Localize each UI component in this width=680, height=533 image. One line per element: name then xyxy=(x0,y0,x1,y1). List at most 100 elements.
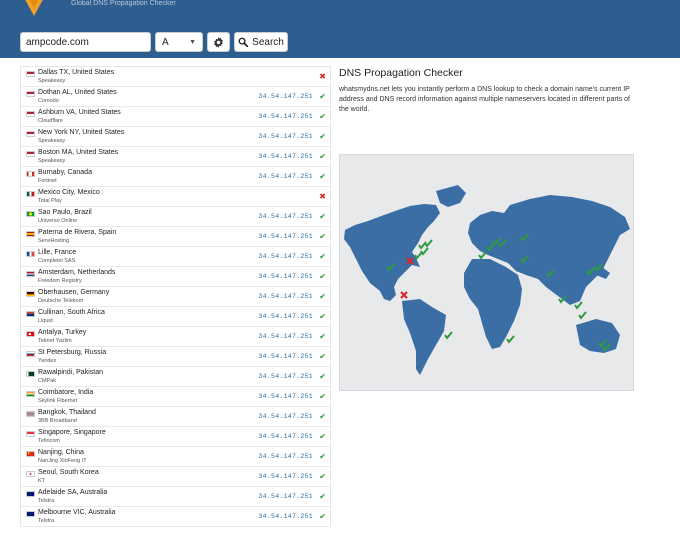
check-icon: ✔ xyxy=(319,132,326,141)
domain-input[interactable] xyxy=(20,32,151,52)
flag-fr-icon xyxy=(26,251,35,257)
result-ip[interactable]: 34.54.147.251 xyxy=(258,313,313,320)
result-ip[interactable]: 34.54.147.251 xyxy=(258,513,313,520)
result-ip[interactable]: 34.54.147.251 xyxy=(258,133,313,140)
world-map-svg xyxy=(344,185,630,375)
logo-icon[interactable] xyxy=(22,0,46,16)
map-check-marker[interactable] xyxy=(574,301,583,310)
result-ip[interactable]: 34.54.147.251 xyxy=(258,213,313,220)
result-provider: Speakeasy xyxy=(38,78,66,84)
check-icon: ✔ xyxy=(319,172,326,181)
map-check-marker[interactable] xyxy=(478,251,487,260)
result-ip[interactable]: 34.54.147.251 xyxy=(258,253,313,260)
map-check-marker[interactable] xyxy=(420,247,429,256)
result-location: Paterna de Rivera, Spain xyxy=(38,229,117,236)
result-row[interactable]: Burnaby, Canada Fortinet 34.54.147.251 ✔ xyxy=(21,167,330,187)
result-provider: Comodo xyxy=(38,98,59,104)
flag-za-icon xyxy=(26,311,35,317)
check-icon: ✔ xyxy=(319,352,326,361)
result-row[interactable]: Seoul, South Korea KT 34.54.147.251 ✔ xyxy=(21,467,330,487)
result-row[interactable]: Paterna de Rivera, Spain ServiHosting 34.5… xyxy=(21,227,330,247)
record-type-select[interactable]: A ▼ xyxy=(155,32,203,52)
flag-us-icon xyxy=(26,91,35,97)
result-provider: Skylink Fibernet xyxy=(38,398,78,404)
result-ip[interactable]: 34.54.147.251 xyxy=(258,293,313,300)
result-ip[interactable]: 34.54.147.251 xyxy=(258,373,313,380)
result-row[interactable]: Mexico City, Mexico Total Play ✖ xyxy=(21,187,330,207)
result-row[interactable]: Antalya, Turkey Teknet Yazlim 34.54.147.25… xyxy=(21,327,330,347)
map-check-marker[interactable] xyxy=(506,335,515,344)
flag-de-icon xyxy=(26,291,35,297)
result-row[interactable]: Nanjing, China NanJing XinFeng IT 34.54.14… xyxy=(21,447,330,467)
result-ip[interactable]: 34.54.147.251 xyxy=(258,393,313,400)
result-location: Oberhausen, Germany xyxy=(38,289,110,296)
result-row[interactable]: Melbourne VIC, Australia Telstra 34.54.147… xyxy=(21,507,330,527)
result-row[interactable]: Coimbatore, India Skylink Fibernet 34.54.1… xyxy=(21,387,330,407)
flag-sg-icon xyxy=(26,431,35,437)
result-ip[interactable]: 34.54.147.251 xyxy=(258,433,313,440)
result-location: Antalya, Turkey xyxy=(38,329,87,336)
result-provider: Universo Online xyxy=(38,218,78,224)
result-ip[interactable]: 34.54.147.251 xyxy=(258,453,313,460)
result-ip[interactable]: 34.54.147.251 xyxy=(258,493,313,500)
result-row[interactable]: New York NY, United States Speakeasy 34.54… xyxy=(21,127,330,147)
result-ip[interactable]: 34.54.147.251 xyxy=(258,413,313,420)
result-ip[interactable]: 34.54.147.251 xyxy=(258,233,313,240)
result-location: Melbourne VIC, Australia xyxy=(38,509,116,516)
result-ip[interactable]: 34.54.147.251 xyxy=(258,473,313,480)
flag-in-icon xyxy=(26,391,35,397)
result-provider: Teknet Yazlim xyxy=(38,338,72,344)
result-row[interactable]: Ashburn VA, United States Cloudflare 34.54… xyxy=(21,107,330,127)
check-icon: ✔ xyxy=(319,152,326,161)
map-check-marker[interactable] xyxy=(444,331,453,340)
result-row[interactable]: Rawalpindi, Pakistan CMPak 34.54.147.251 ✔ xyxy=(21,367,330,387)
check-icon: ✔ xyxy=(319,212,326,221)
result-row[interactable]: St Petersburg, Russia Yandex 34.54.147.251… xyxy=(21,347,330,367)
map-check-marker[interactable] xyxy=(418,241,427,250)
result-ip[interactable]: 34.54.147.251 xyxy=(258,273,313,280)
result-provider: Speakeasy xyxy=(38,158,66,164)
flag-ru-icon xyxy=(26,351,35,357)
result-location: New York NY, United States xyxy=(38,129,125,136)
flag-br-icon xyxy=(26,211,35,217)
result-provider: ServiHosting xyxy=(38,238,70,244)
check-icon: ✔ xyxy=(319,452,326,461)
result-row[interactable]: Cullinan, South Africa Liquid 34.54.147.25… xyxy=(21,307,330,327)
result-row[interactable]: Sao Paulo, Brazil Universo Online 34.54.14… xyxy=(21,207,330,227)
flag-au-icon xyxy=(26,491,35,497)
settings-button[interactable] xyxy=(207,32,230,52)
result-location: Bangkok, Thailand xyxy=(38,409,96,416)
result-ip[interactable]: 34.54.147.251 xyxy=(258,173,313,180)
result-row[interactable]: Oberhausen, Germany Deutsche Telekom 34.54… xyxy=(21,287,330,307)
result-row[interactable]: Adelaide SA, Australia Telstra 34.54.147.2… xyxy=(21,487,330,507)
check-icon: ✔ xyxy=(319,432,326,441)
map-check-marker[interactable] xyxy=(414,251,423,260)
map-cross-marker[interactable] xyxy=(400,291,408,299)
result-row[interactable]: Bangkok, Thailand 3BB Broadband 34.54.147.… xyxy=(21,407,330,427)
result-ip[interactable]: 34.54.147.251 xyxy=(258,353,313,360)
flag-th-icon xyxy=(26,411,35,417)
map-check-marker[interactable] xyxy=(578,311,587,320)
result-location: Nanjing, China xyxy=(38,449,84,456)
result-row[interactable]: Dallas TX, United States Speakeasy ✖ xyxy=(21,67,330,87)
map-check-marker[interactable] xyxy=(424,239,433,248)
result-ip[interactable]: 34.54.147.251 xyxy=(258,333,313,340)
result-location: Cullinan, South Africa xyxy=(38,309,105,316)
result-ip[interactable]: 34.54.147.251 xyxy=(258,153,313,160)
result-location: St Petersburg, Russia xyxy=(38,349,107,356)
result-provider: Cloudflare xyxy=(38,118,64,124)
result-ip[interactable]: 34.54.147.251 xyxy=(258,93,313,100)
result-row[interactable]: Dothan AL, United States Comodo 34.54.147.… xyxy=(21,87,330,107)
result-ip[interactable]: 34.54.147.251 xyxy=(258,113,313,120)
search-icon xyxy=(238,37,249,47)
search-bar: A ▼ Search xyxy=(20,32,288,52)
result-provider: Deutsche Telekom xyxy=(38,298,84,304)
search-button[interactable]: Search xyxy=(234,32,288,52)
result-row[interactable]: Amsterdam, Netherlands Freedom Registry 34… xyxy=(21,267,330,287)
result-row[interactable]: Singapore, Singapore Tefincom 34.54.147.25… xyxy=(21,427,330,447)
result-row[interactable]: Lille, France Completel SAS 34.54.147.251 ✔ xyxy=(21,247,330,267)
check-icon: ✔ xyxy=(319,292,326,301)
result-row[interactable]: Boston MA, United States Speakeasy 34.54.1… xyxy=(21,147,330,167)
chevron-down-icon: ▼ xyxy=(189,38,196,46)
result-location: Coimbatore, India xyxy=(38,389,94,396)
